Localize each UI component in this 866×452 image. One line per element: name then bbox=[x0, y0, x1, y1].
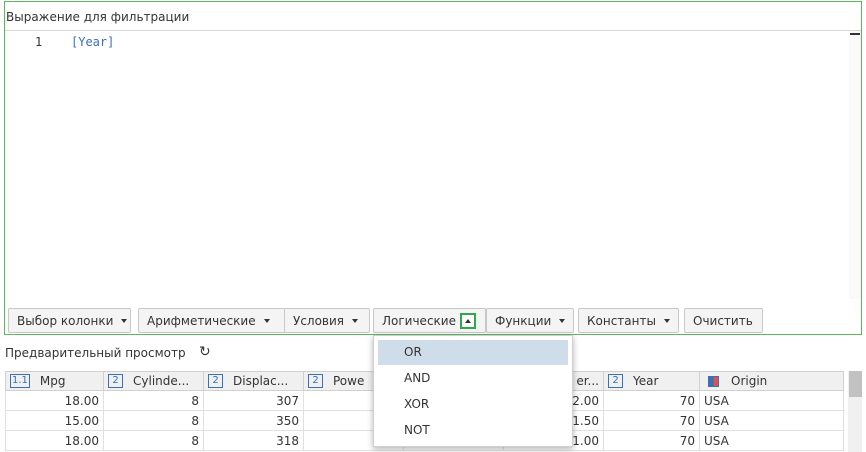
column-header-cylinders[interactable]: 2 Cylinde... bbox=[103, 371, 204, 391]
clear-label: Очистить bbox=[693, 313, 753, 328]
chevron-down-icon bbox=[352, 318, 359, 323]
decimal-type-icon: 1.1 bbox=[10, 374, 30, 389]
column-header-mpg[interactable]: 1.1 Mpg bbox=[5, 371, 104, 391]
table-cell: 70 bbox=[603, 430, 700, 451]
functions-button[interactable]: Функции bbox=[486, 308, 574, 333]
refresh-icon[interactable]: ↻ bbox=[199, 344, 211, 360]
preview-label: Предварительный просмотр bbox=[5, 346, 186, 360]
table-cell: 307 bbox=[203, 390, 304, 411]
editor-scroll-marker bbox=[850, 33, 860, 35]
functions-label: Функции bbox=[495, 313, 552, 328]
line-number: 1 bbox=[35, 35, 43, 49]
integer-type-icon: 2 bbox=[608, 374, 623, 389]
table-cell: 70 bbox=[603, 390, 700, 411]
table-cell: 8 bbox=[103, 410, 204, 431]
column-header-origin[interactable]: Origin bbox=[699, 371, 844, 391]
chevron-down-icon bbox=[263, 318, 270, 323]
table-cell: USA bbox=[699, 430, 844, 451]
chevron-down-icon bbox=[663, 318, 670, 323]
conditions-label: Условия bbox=[293, 313, 345, 328]
editor-scrollbar[interactable] bbox=[849, 31, 861, 299]
code-line[interactable]: [Year] bbox=[71, 35, 114, 49]
constants-button[interactable]: Константы bbox=[578, 308, 679, 333]
grid-scroll-thumb[interactable] bbox=[849, 371, 862, 397]
conditions-button[interactable]: Условия bbox=[284, 308, 370, 333]
menu-item-and[interactable]: AND bbox=[378, 366, 568, 391]
logical-label: Логические bbox=[382, 313, 456, 328]
category-type-icon bbox=[708, 376, 719, 387]
table-cell: 8 bbox=[103, 390, 204, 411]
constants-label: Константы bbox=[587, 313, 656, 328]
column-select-label: Выбор колонки bbox=[17, 313, 114, 328]
table-cell: 18.00 bbox=[5, 390, 104, 411]
grid-scrollbar[interactable] bbox=[848, 371, 862, 452]
clear-button[interactable]: Очистить bbox=[684, 308, 763, 333]
expression-editor-panel: Выражение для фильтрации 1 [Year] bbox=[4, 1, 862, 335]
menu-item-or[interactable]: OR bbox=[378, 340, 568, 365]
table-cell: 318 bbox=[203, 430, 304, 451]
logical-button[interactable]: Логические bbox=[373, 308, 486, 333]
editor-title: Выражение для фильтрации bbox=[6, 10, 190, 24]
integer-type-icon: 2 bbox=[108, 374, 123, 389]
table-cell: 350 bbox=[203, 410, 304, 431]
logical-operators-dropdown: OR AND XOR NOT bbox=[373, 335, 573, 447]
chevron-up-icon[interactable] bbox=[459, 312, 476, 329]
chevron-down-icon bbox=[559, 318, 566, 323]
table-cell: USA bbox=[699, 410, 844, 431]
integer-type-icon: 2 bbox=[208, 374, 223, 389]
column-header-displacement[interactable]: 2 Displac... bbox=[203, 371, 304, 391]
table-cell: USA bbox=[699, 390, 844, 411]
arithmetic-button[interactable]: Арифметические bbox=[138, 308, 286, 333]
menu-item-not[interactable]: NOT bbox=[378, 418, 568, 443]
column-header-year[interactable]: 2 Year bbox=[603, 371, 700, 391]
table-cell: 18.00 bbox=[5, 430, 104, 451]
code-editor[interactable]: 1 [Year] bbox=[5, 30, 861, 299]
column-select-button[interactable]: Выбор колонки bbox=[8, 308, 131, 333]
integer-type-icon: 2 bbox=[308, 374, 323, 389]
table-cell: 70 bbox=[603, 410, 700, 431]
menu-item-xor[interactable]: XOR bbox=[378, 392, 568, 417]
chevron-down-icon bbox=[121, 318, 128, 323]
table-cell: 15.00 bbox=[5, 410, 104, 431]
table-cell: 8 bbox=[103, 430, 204, 451]
arithmetic-label: Арифметические bbox=[147, 313, 256, 328]
